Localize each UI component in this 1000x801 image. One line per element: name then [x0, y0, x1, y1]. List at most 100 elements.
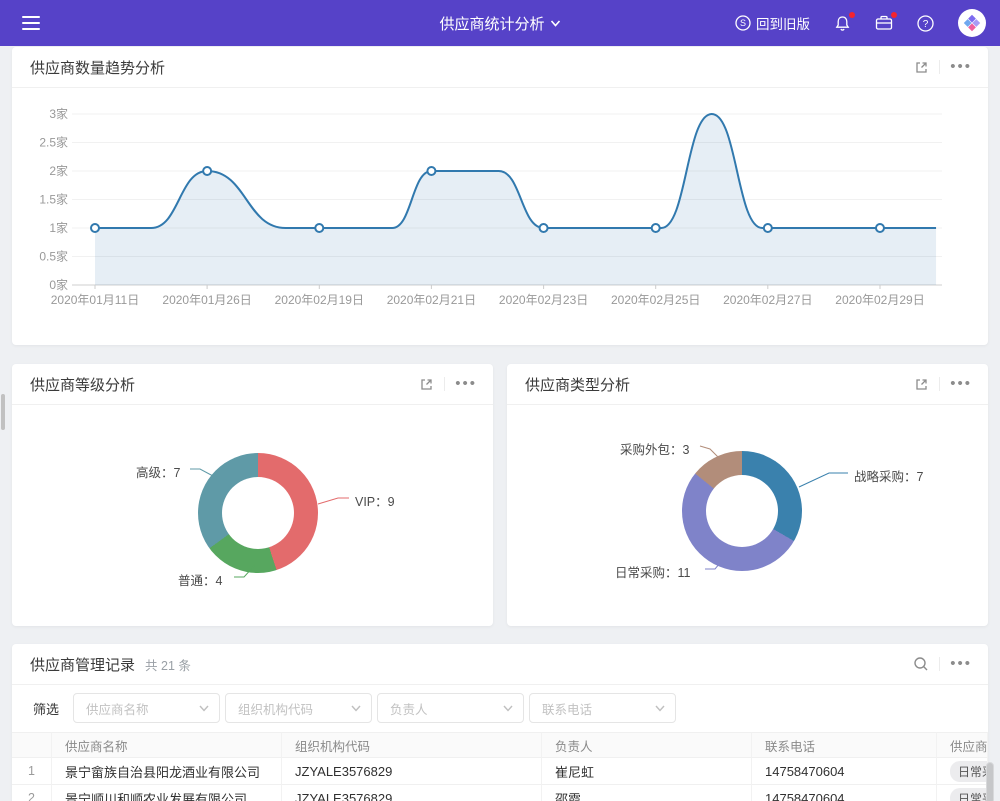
slice-label-gaoji: 高级：7	[136, 462, 180, 481]
level-donut-chart: VIP：9 普通：4 高级：7	[12, 405, 493, 625]
switch-version-icon: S	[735, 15, 751, 31]
filter-select-phone[interactable]: 联系电话	[529, 693, 676, 723]
svg-text:2020年01月11日: 2020年01月11日	[51, 293, 140, 307]
svg-text:S: S	[740, 18, 746, 28]
more-icon[interactable]: •••	[455, 379, 477, 389]
col-header-type: 供应商类型	[937, 732, 988, 758]
filter-select-supplier-name[interactable]: 供应商名称	[73, 693, 220, 723]
type-card: 供应商类型分析 ••• 战略采购：7 日常采购：11 采	[507, 364, 988, 626]
col-header-code: 组织机构代码	[282, 732, 542, 758]
page-title-dropdown[interactable]: 供应商统计分析	[439, 13, 560, 34]
back-to-old-version-button[interactable]: S 回到旧版	[735, 13, 810, 33]
slice-label-waibao: 采购外包：3	[620, 439, 689, 458]
records-count: 共 21 条	[145, 655, 191, 674]
col-header-index	[12, 732, 52, 758]
svg-text:2020年02月19日: 2020年02月19日	[275, 293, 364, 307]
cell-index: 2	[12, 785, 52, 801]
table-row[interactable]: 1 景宁畲族自治县阳龙酒业有限公司 JZYALE3576829 崔尼虹 1475…	[12, 758, 988, 785]
chevron-down-icon	[551, 20, 561, 27]
svg-text:1.5家: 1.5家	[39, 192, 68, 207]
chevron-down-icon	[503, 705, 513, 712]
svg-text:1家: 1家	[49, 220, 68, 235]
records-card: 供应商管理记录 共 21 条 ••• 筛选 供应商名称 组织机构代码 负责人	[12, 644, 988, 801]
table-scrollbar-thumb[interactable]	[986, 762, 994, 801]
cell-type: 日常采购	[937, 785, 988, 801]
cell-type: 日常采购	[937, 758, 988, 785]
divider	[939, 657, 940, 671]
cell-supplier-name: 景宁畲族自治县阳龙酒业有限公司	[52, 758, 282, 785]
expand-icon[interactable]	[914, 377, 929, 392]
back-to-old-version-label: 回到旧版	[756, 13, 810, 33]
top-nav: 供应商统计分析 S 回到旧版 ?	[0, 0, 1000, 46]
filter-select-org-code[interactable]: 组织机构代码	[225, 693, 372, 723]
svg-text:2家: 2家	[49, 163, 68, 178]
type-donut-chart: 战略采购：7 日常采购：11 采购外包：3	[507, 405, 988, 625]
svg-text:2020年02月29日: 2020年02月29日	[835, 293, 924, 307]
slice-label-vip: VIP：9	[355, 491, 395, 510]
filter-placeholder: 负责人	[390, 699, 503, 718]
trend-card: 供应商数量趋势分析 ••• 0家 0.5家 1家 1.5家 2家 2.5家 3家 2020年0…	[12, 47, 988, 345]
cell-phone: 14758470604	[752, 785, 937, 801]
records-table: 供应商名称 组织机构代码 负责人 联系电话 供应商类型 1 景宁畲族自治县阳龙酒…	[12, 732, 988, 801]
level-donut-ring[interactable]	[198, 453, 318, 573]
filter-placeholder: 组织机构代码	[238, 699, 351, 718]
type-donut-ring[interactable]	[682, 451, 802, 571]
svg-text:3家: 3家	[49, 107, 68, 121]
page-title: 供应商统计分析	[439, 13, 544, 34]
expand-icon[interactable]	[419, 377, 434, 392]
avatar[interactable]	[958, 9, 986, 37]
cell-supplier-name: 景宁顺川和顺农业发展有限公司	[52, 785, 282, 801]
help-button[interactable]: ?	[917, 15, 934, 32]
filter-placeholder: 联系电话	[542, 699, 655, 718]
filter-placeholder: 供应商名称	[86, 699, 199, 718]
divider	[939, 377, 940, 391]
avatar-logo-icon	[961, 12, 983, 34]
cell-org-code: JZYALE3576829	[282, 758, 542, 785]
cell-phone: 14758470604	[752, 758, 937, 785]
left-scrollbar-thumb[interactable]	[1, 394, 5, 430]
cell-org-code: JZYALE3576829	[282, 785, 542, 801]
table-header-row: 供应商名称 组织机构代码 负责人 联系电话 供应商类型	[12, 732, 988, 758]
type-tag: 日常采购	[950, 761, 988, 782]
svg-text:0.5家: 0.5家	[39, 249, 68, 264]
expand-icon[interactable]	[914, 60, 929, 75]
col-header-name: 供应商名称	[52, 732, 282, 758]
bell-icon	[834, 15, 851, 32]
svg-text:0家: 0家	[49, 277, 68, 292]
divider	[939, 60, 940, 74]
col-header-owner: 负责人	[542, 732, 752, 758]
notification-badge	[849, 12, 855, 18]
menu-icon[interactable]	[22, 16, 40, 30]
svg-text:?: ?	[923, 19, 929, 30]
svg-text:2020年01月26日: 2020年01月26日	[162, 293, 251, 307]
type-tag: 日常采购	[950, 788, 988, 801]
level-card: 供应商等级分析 ••• VIP：9 普通：4 高级：7	[12, 364, 493, 626]
svg-text:2.5家: 2.5家	[39, 135, 68, 150]
filter-label: 筛选	[33, 699, 59, 718]
more-icon[interactable]: •••	[950, 62, 972, 72]
col-header-phone: 联系电话	[752, 732, 937, 758]
trend-card-title: 供应商数量趋势分析	[30, 57, 165, 78]
svg-text:2020年02月27日: 2020年02月27日	[723, 293, 812, 307]
table-row[interactable]: 2 景宁顺川和顺农业发展有限公司 JZYALE3576829 邵霞 147584…	[12, 785, 988, 801]
chevron-down-icon	[351, 705, 361, 712]
briefcase-icon	[875, 15, 893, 31]
more-icon[interactable]: •••	[950, 659, 972, 669]
svg-text:2020年02月25日: 2020年02月25日	[611, 293, 700, 307]
slice-label-zhanlue: 战略采购：7	[854, 466, 923, 485]
more-icon[interactable]: •••	[950, 379, 972, 389]
cell-owner: 崔尼虹	[542, 758, 752, 785]
slice-label-putong: 普通：4	[178, 570, 222, 589]
search-icon[interactable]	[913, 656, 929, 672]
cell-index: 1	[12, 758, 52, 785]
filter-select-owner[interactable]: 负责人	[377, 693, 524, 723]
chevron-down-icon	[655, 705, 665, 712]
workspace-button[interactable]	[875, 15, 893, 31]
notifications-button[interactable]	[834, 15, 851, 32]
svg-text:2020年02月21日: 2020年02月21日	[387, 293, 476, 307]
level-card-title: 供应商等级分析	[30, 374, 135, 395]
chevron-down-icon	[199, 705, 209, 712]
help-icon: ?	[917, 15, 934, 32]
trend-line-chart: 0家 0.5家 1家 1.5家 2家 2.5家 3家 2020年01月11日 2020年01月2…	[12, 107, 988, 342]
svg-text:2020年02月23日: 2020年02月23日	[499, 293, 588, 307]
